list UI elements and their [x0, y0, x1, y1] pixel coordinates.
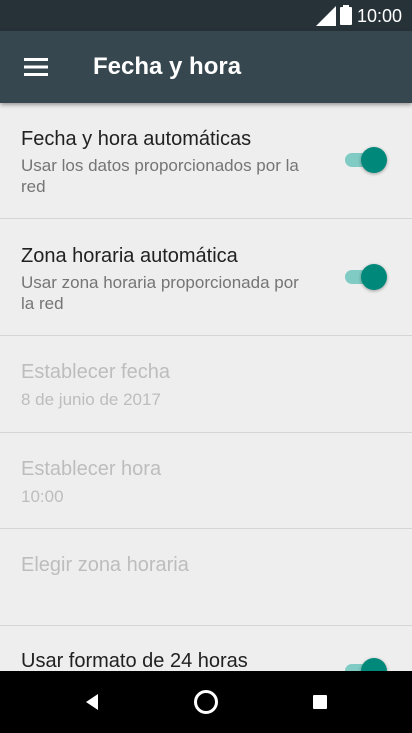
- setting-subtitle: Usar zona horaria proporcionada por la r…: [21, 273, 299, 313]
- back-icon[interactable]: [78, 688, 106, 716]
- setting-subtitle: 8 de junio de 2017: [21, 390, 161, 409]
- toggle-thumb: [361, 264, 387, 290]
- recents-icon[interactable]: [306, 688, 334, 716]
- menu-icon[interactable]: [24, 57, 48, 77]
- navigation-bar: [0, 671, 412, 733]
- setting-title: Usar formato de 24 horas: [21, 650, 248, 671]
- setting-24-hour-format[interactable]: Usar formato de 24 horas: [0, 626, 412, 671]
- setting-title: Establecer hora: [21, 458, 162, 480]
- setting-title: Elegir zona horaria: [21, 554, 189, 576]
- status-bar: 10:00: [0, 0, 412, 31]
- setting-title: Fecha y hora automáticas: [21, 128, 252, 150]
- page-title: Fecha y hora: [93, 53, 242, 80]
- setting-title: Zona horaria automática: [21, 245, 238, 267]
- setting-auto-timezone[interactable]: Zona horaria automática Usar zona horari…: [0, 219, 412, 335]
- setting-title: Establecer fecha: [21, 361, 170, 383]
- setting-choose-timezone[interactable]: Elegir zona horaria: [0, 529, 412, 625]
- setting-subtitle: Usar los datos proporcionados por la red: [21, 156, 299, 196]
- app-bar: Fecha y hora: [0, 31, 412, 103]
- setting-set-date[interactable]: Establecer fecha 8 de junio de 2017: [0, 336, 412, 432]
- status-time: 10:00: [356, 6, 402, 26]
- auto-datetime-toggle[interactable]: [343, 145, 387, 175]
- setting-subtitle: 10:00: [21, 487, 64, 506]
- setting-set-time[interactable]: Establecer hora 10:00: [0, 433, 412, 528]
- home-icon[interactable]: [192, 688, 220, 716]
- auto-timezone-toggle[interactable]: [343, 262, 387, 292]
- signal-icon: [316, 6, 336, 26]
- toggle-thumb: [361, 658, 387, 671]
- toggle-thumb: [361, 147, 387, 173]
- 24-hour-format-toggle[interactable]: [343, 656, 387, 671]
- settings-list: Fecha y hora automáticas Usar los datos …: [0, 103, 412, 671]
- setting-auto-datetime[interactable]: Fecha y hora automáticas Usar los datos …: [0, 103, 412, 218]
- battery-icon: [340, 5, 352, 25]
